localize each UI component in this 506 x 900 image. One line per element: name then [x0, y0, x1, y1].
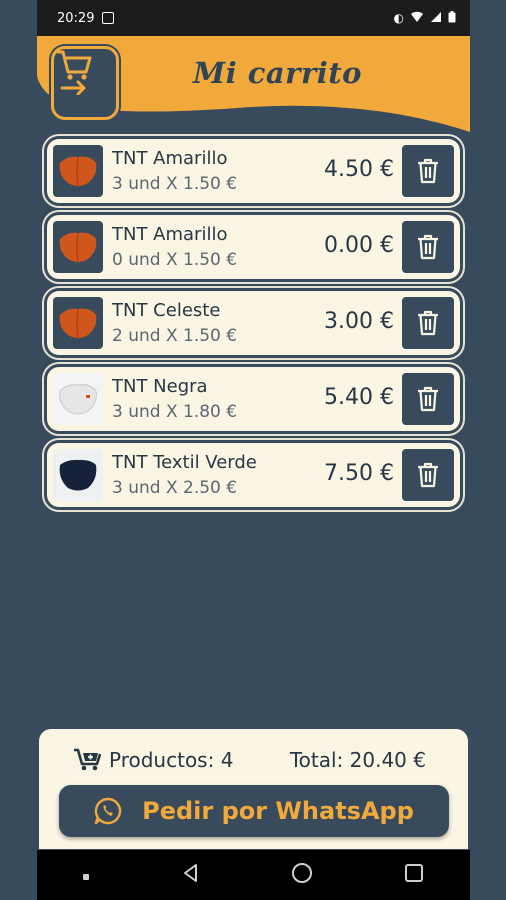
delete-button[interactable] — [402, 297, 454, 349]
recents-button[interactable] — [403, 862, 425, 888]
back-icon — [183, 864, 197, 882]
whatsapp-icon — [94, 797, 122, 825]
wifi-icon — [410, 11, 424, 26]
delete-button[interactable] — [402, 221, 454, 273]
trash-icon — [418, 234, 438, 260]
item-detail: 2 und X 1.50 € — [112, 326, 238, 346]
cart-list: TNT Amarillo 3 und X 1.50 € 4.50 € TNT A… — [47, 139, 460, 519]
delete-button[interactable] — [402, 449, 454, 501]
mask-thumbnail — [53, 373, 103, 425]
cart-summary: Productos: 4 Total: 20.40 € — [73, 745, 426, 775]
back-button[interactable] — [180, 862, 202, 888]
trash-icon — [418, 310, 438, 336]
cart-arrow-icon — [57, 50, 92, 95]
mask-icon — [59, 156, 97, 188]
item-price: 0.00 € — [324, 233, 394, 258]
cart-item: TNT Celeste 2 und X 1.50 € 3.00 € — [47, 291, 460, 355]
item-name: TNT Negra — [112, 376, 208, 397]
mask-thumbnail — [53, 297, 103, 349]
item-detail: 3 und X 1.80 € — [112, 402, 238, 422]
home-button[interactable] — [291, 862, 313, 888]
item-name: TNT Amarillo — [112, 224, 228, 245]
mask-icon — [59, 459, 97, 491]
trash-icon — [418, 386, 438, 412]
mask-thumbnail — [53, 221, 103, 273]
data-saver-icon: ◐ — [393, 11, 404, 25]
delete-button[interactable] — [402, 145, 454, 197]
item-name: TNT Celeste — [112, 300, 221, 321]
cart-item: TNT Amarillo 3 und X 1.50 € 4.50 € — [47, 139, 460, 203]
status-time: 20:29 — [57, 10, 95, 26]
item-detail: 3 und X 2.50 € — [112, 478, 238, 498]
signal-icon — [430, 11, 442, 26]
cart-button[interactable] — [51, 46, 119, 120]
item-price: 4.50 € — [324, 157, 394, 182]
order-button-label: Pedir por WhatsApp — [142, 797, 414, 825]
mask-icon — [59, 308, 97, 340]
cart-add-icon — [74, 748, 102, 771]
order-whatsapp-button[interactable]: Pedir por WhatsApp — [59, 785, 449, 837]
item-detail: 0 und X 1.50 € — [112, 250, 238, 270]
cart-item: TNT Amarillo 0 und X 1.50 € 0.00 € — [47, 215, 460, 279]
mask-icon — [59, 232, 97, 264]
home-icon — [292, 863, 313, 883]
recents-icon — [405, 864, 424, 882]
item-detail: 3 und X 1.50 € — [112, 174, 238, 194]
cart-total: Total: 20.40 € — [289, 748, 426, 772]
mask-thumbnail — [53, 145, 103, 197]
item-price: 7.50 € — [324, 461, 394, 486]
image-icon — [102, 12, 115, 24]
nav-dot-icon — [82, 866, 90, 885]
page-title: Mi carrito — [193, 56, 362, 90]
products-count: Productos: 4 — [109, 748, 234, 772]
cart-footer: Productos: 4 Total: 20.40 € Pedir por Wh… — [39, 729, 468, 849]
item-price: 5.40 € — [324, 385, 394, 410]
app-screen: 20:29 ◐ Mi carrito TNT Amarillo 3 und X … — [37, 0, 470, 900]
item-name: TNT Amarillo — [112, 148, 228, 169]
item-price: 3.00 € — [324, 309, 394, 334]
battery-icon — [448, 10, 456, 26]
cart-item: TNT Negra 3 und X 1.80 € 5.40 € — [47, 367, 460, 431]
delete-button[interactable] — [402, 373, 454, 425]
cart-item: TNT Textil Verde 3 und X 2.50 € 7.50 € — [47, 443, 460, 507]
item-name: TNT Textil Verde — [112, 452, 257, 473]
mask-icon — [59, 384, 97, 415]
status-bar: 20:29 ◐ — [37, 0, 470, 36]
system-navigation-bar — [37, 850, 470, 900]
header: Mi carrito — [37, 36, 470, 136]
trash-icon — [418, 158, 438, 184]
trash-icon — [418, 462, 438, 488]
mask-thumbnail — [53, 449, 103, 501]
